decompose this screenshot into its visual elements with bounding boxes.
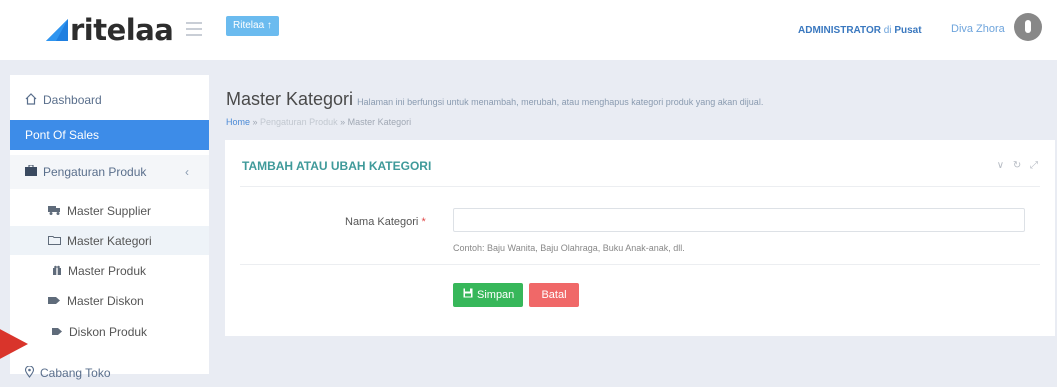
field-label-text: Nama Kategori <box>345 216 419 228</box>
sidebar-item-master-produk[interactable]: Master Produk <box>10 257 209 285</box>
sidebar-item-pengaturan-produk[interactable]: Pengaturan Produk ‹ <box>10 155 209 189</box>
breadcrumb-current: Master Kategori <box>347 117 412 127</box>
logo-text: ritelaa <box>70 13 174 47</box>
sidebar-item-label: Pont Of Sales <box>25 128 100 142</box>
user-role-separator: di <box>883 25 892 36</box>
brand-dropdown-button[interactable]: Ritelaa ↑ <box>226 16 279 36</box>
menu-toggle-icon[interactable] <box>186 22 202 36</box>
breadcrumb-home[interactable]: Home <box>226 117 250 127</box>
gift-icon <box>52 264 62 278</box>
field-hint: Contoh: Baju Wanita, Baju Olahraga, Buku… <box>453 243 685 253</box>
cancel-button[interactable]: Batal <box>529 283 579 307</box>
page-description: Halaman ini berfungsi untuk menambah, me… <box>357 97 764 107</box>
sidebar-item-label: Dashboard <box>43 93 102 107</box>
page-title: Master Kategori Halaman ini berfungsi unt… <box>226 89 763 110</box>
sidebar-item-master-supplier[interactable]: Master Supplier <box>10 197 209 225</box>
sidebar-item-label: Pengaturan Produk <box>43 165 147 179</box>
kategori-form-panel: TAMBAH ATAU UBAH KATEGORI ∨ ↻ ⤢ Nama Kat… <box>225 140 1055 336</box>
sidebar-item-dashboard[interactable]: Dashboard <box>10 85 224 115</box>
tag-icon <box>52 325 63 339</box>
truck-icon <box>48 204 61 218</box>
sidebar-item-label: Master Kategori <box>67 233 152 248</box>
page-title-text: Master Kategori <box>226 89 354 109</box>
sidebar-item-label: Master Diskon <box>67 294 144 308</box>
logo-mark-icon <box>46 19 68 41</box>
divider <box>240 186 1040 187</box>
sidebar-item-label: Master Supplier <box>67 204 152 218</box>
sidebar-item-diskon-produk[interactable]: Diskon Produk <box>10 318 209 346</box>
sidebar-item-point-of-sales[interactable]: Pont Of Sales <box>10 120 209 150</box>
breadcrumb-separator: » <box>250 117 261 127</box>
required-mark: * <box>421 216 426 228</box>
sidebar-item-label: Master Produk <box>68 264 147 278</box>
user-role-info: ADMINISTRATOR di Pusat <box>798 25 922 36</box>
save-icon <box>463 283 473 307</box>
breadcrumb: Home » Pengaturan Produk » Master Katego… <box>226 117 411 127</box>
nama-kategori-input[interactable] <box>453 208 1025 232</box>
sidebar-item-cabang-toko[interactable]: Cabang Toko <box>10 359 224 387</box>
sidebar-item-label: Diskon Produk <box>69 325 148 339</box>
panel-tools-icon[interactable]: ∨ ↻ ⤢ <box>997 160 1041 171</box>
top-bar: ritelaa Ritelaa ↑ ADMINISTRATOR di Pusat… <box>0 0 1057 60</box>
sidebar-item-master-kategori[interactable]: Master Kategori <box>10 226 209 255</box>
chevron-left-icon: ‹ <box>185 165 189 179</box>
save-label: Simpan <box>477 289 515 301</box>
home-icon <box>25 92 37 108</box>
breadcrumb-separator: » <box>337 117 348 127</box>
sidebar: Dashboard Pont Of Sales Pengaturan Produ… <box>10 75 209 380</box>
panel-title: TAMBAH ATAU UBAH KATEGORI <box>242 159 432 173</box>
breadcrumb-pengaturan-produk[interactable]: Pengaturan Produk <box>260 117 338 127</box>
sidebar-item-master-diskon[interactable]: Master Diskon <box>10 287 209 315</box>
sidebar-item-label: Cabang Toko <box>40 366 111 380</box>
briefcase-icon <box>25 164 37 179</box>
watermark-logo <box>0 329 28 359</box>
app-logo[interactable]: ritelaa <box>46 13 174 47</box>
map-pin-icon <box>24 364 35 381</box>
user-location: Pusat <box>894 25 922 36</box>
user-name[interactable]: Diva Zhora <box>951 23 1005 35</box>
divider <box>240 264 1040 265</box>
avatar[interactable] <box>1014 13 1042 41</box>
nama-kategori-label: Nama Kategori * <box>345 216 426 228</box>
save-button[interactable]: Simpan <box>453 283 523 307</box>
user-role: ADMINISTRATOR <box>798 25 881 36</box>
folder-icon <box>48 234 61 248</box>
tag-icon <box>48 294 61 308</box>
